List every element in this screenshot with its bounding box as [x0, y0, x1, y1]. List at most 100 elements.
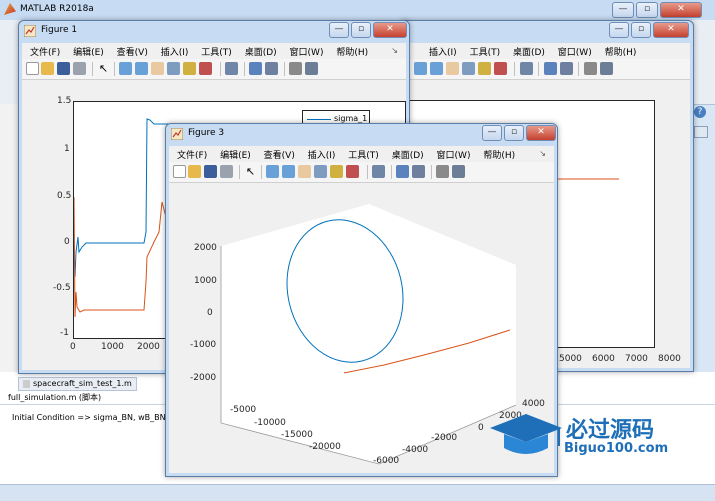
link-icon[interactable]	[520, 62, 533, 75]
hide-plot-tools-icon[interactable]	[436, 165, 449, 178]
fig2-menu-desktop[interactable]: 桌面(D)	[508, 43, 550, 58]
open-file-icon[interactable]	[188, 165, 201, 178]
toolbar-separator	[367, 165, 368, 179]
fig3-menu-file[interactable]: 文件(F)	[172, 146, 212, 161]
toolbar-separator	[431, 165, 432, 179]
zoom-in-icon[interactable]	[414, 62, 427, 75]
save-icon[interactable]	[57, 62, 70, 75]
fig1-menu-window[interactable]: 窗口(W)	[285, 43, 329, 58]
figure3-title: Figure 3	[188, 128, 225, 138]
fig3-menu-view[interactable]: 查看(V)	[259, 146, 300, 161]
brush-icon[interactable]	[494, 62, 507, 75]
fig2-menu-window[interactable]: 窗口(W)	[553, 43, 597, 58]
figure1-toolbar: ↖	[22, 59, 406, 80]
pan-icon[interactable]	[151, 62, 164, 75]
fig3-menu-help[interactable]: 帮助(H)	[478, 146, 520, 161]
save-icon[interactable]	[204, 165, 217, 178]
fig3-xtick: -2000	[431, 433, 458, 443]
link-icon[interactable]	[372, 165, 385, 178]
select-arrow-icon[interactable]: ↖	[244, 165, 257, 178]
hide-plot-tools-icon[interactable]	[584, 62, 597, 75]
show-plot-tools-icon[interactable]	[452, 165, 465, 178]
hide-plot-tools-icon[interactable]	[289, 62, 302, 75]
fig3-maximize-button[interactable]: ▫	[504, 125, 524, 141]
fig2-xtick: 6000	[592, 354, 615, 364]
main-close-button[interactable]: ✕	[660, 2, 702, 18]
colorbar-icon[interactable]	[396, 165, 409, 178]
fig3-menu-edit[interactable]: 编辑(E)	[215, 146, 256, 161]
command-window-text: Initial Condition => sigma_BN, wB_BN	[12, 413, 166, 422]
fig3-ytick: -15000	[281, 430, 313, 440]
toolbar-separator	[220, 62, 221, 76]
figure3-titlebar: Figure 3 — ▫ ✕	[166, 124, 557, 146]
rotate-icon[interactable]	[167, 62, 180, 75]
help-icon[interactable]: ?	[694, 106, 706, 118]
rotate-icon[interactable]	[314, 165, 327, 178]
fig3-menu-tools[interactable]: 工具(T)	[343, 146, 384, 161]
print-icon[interactable]	[220, 165, 233, 178]
fig1-menu-view[interactable]: 查看(V)	[112, 43, 153, 58]
colorbar-icon[interactable]	[249, 62, 262, 75]
zoom-in-icon[interactable]	[119, 62, 132, 75]
menubar-arrow-icon[interactable]: ↘	[534, 147, 551, 158]
fig1-ytick: 0	[64, 237, 70, 247]
fig3-ytick: -20000	[309, 442, 341, 452]
fig1-menu-file[interactable]: 文件(F)	[25, 43, 65, 58]
datatip-icon[interactable]	[478, 62, 491, 75]
pan-icon[interactable]	[298, 165, 311, 178]
zoom-out-icon[interactable]	[430, 62, 443, 75]
fig3-menu-insert[interactable]: 插入(I)	[303, 146, 341, 161]
fig1-maximize-button[interactable]: ▫	[351, 22, 371, 38]
new-figure-icon[interactable]	[26, 62, 39, 75]
fig2-close-button[interactable]: ✕	[653, 22, 689, 38]
fig2-menu-tools[interactable]: 工具(T)	[465, 43, 506, 58]
fig3-ytick: -10000	[254, 418, 286, 428]
legend-icon[interactable]	[265, 62, 278, 75]
zoom-in-icon[interactable]	[266, 165, 279, 178]
toolbar-separator	[261, 165, 262, 179]
show-plot-tools-icon[interactable]	[600, 62, 613, 75]
select-arrow-icon[interactable]: ↖	[97, 62, 110, 75]
fig3-menu-window[interactable]: 窗口(W)	[432, 146, 476, 161]
toolbar-separator	[92, 62, 93, 76]
fig1-xtick: 0	[70, 342, 76, 352]
fig3-minimize-button[interactable]: —	[482, 125, 502, 141]
fig1-close-button[interactable]: ✕	[373, 22, 407, 38]
zoom-out-icon[interactable]	[282, 165, 295, 178]
colorbar-icon[interactable]	[544, 62, 557, 75]
datatip-icon[interactable]	[330, 165, 343, 178]
menubar-arrow-icon[interactable]: ↘	[386, 44, 403, 55]
fig2-maximize-button[interactable]: ▫	[631, 22, 651, 38]
rotate-icon[interactable]	[462, 62, 475, 75]
new-figure-icon[interactable]	[173, 165, 186, 178]
pan-icon[interactable]	[446, 62, 459, 75]
fig2-menu-insert[interactable]: 插入(I)	[424, 43, 462, 58]
fig1-menu-desktop[interactable]: 桌面(D)	[240, 43, 282, 58]
fig1-menu-edit[interactable]: 编辑(E)	[68, 43, 109, 58]
brush-icon[interactable]	[199, 62, 212, 75]
brush-icon[interactable]	[346, 165, 359, 178]
fig2-menu-help[interactable]: 帮助(H)	[600, 43, 642, 58]
fig3-ztick: -1000	[190, 340, 217, 350]
expand-icon[interactable]	[694, 126, 708, 138]
zoom-out-icon[interactable]	[135, 62, 148, 75]
legend-icon[interactable]	[412, 165, 425, 178]
legend-icon[interactable]	[560, 62, 573, 75]
show-plot-tools-icon[interactable]	[305, 62, 318, 75]
fig3-ztick: -2000	[190, 373, 217, 383]
main-minimize-button[interactable]: —	[612, 2, 634, 18]
fig1-minimize-button[interactable]: —	[329, 22, 349, 38]
fig2-minimize-button[interactable]: —	[609, 22, 629, 38]
print-icon[interactable]	[73, 62, 86, 75]
fig1-menu-tools[interactable]: 工具(T)	[196, 43, 237, 58]
fig3-close-button[interactable]: ✕	[526, 125, 556, 141]
fig1-xtick: 1000	[101, 342, 124, 352]
datatip-icon[interactable]	[183, 62, 196, 75]
editor-file-tab[interactable]: spacecraft_sim_test_1.m	[18, 377, 137, 391]
open-file-icon[interactable]	[41, 62, 54, 75]
fig1-menu-help[interactable]: 帮助(H)	[331, 43, 373, 58]
link-icon[interactable]	[225, 62, 238, 75]
fig1-menu-insert[interactable]: 插入(I)	[156, 43, 194, 58]
main-maximize-button[interactable]: ▫	[636, 2, 658, 18]
fig3-menu-desktop[interactable]: 桌面(D)	[387, 146, 429, 161]
